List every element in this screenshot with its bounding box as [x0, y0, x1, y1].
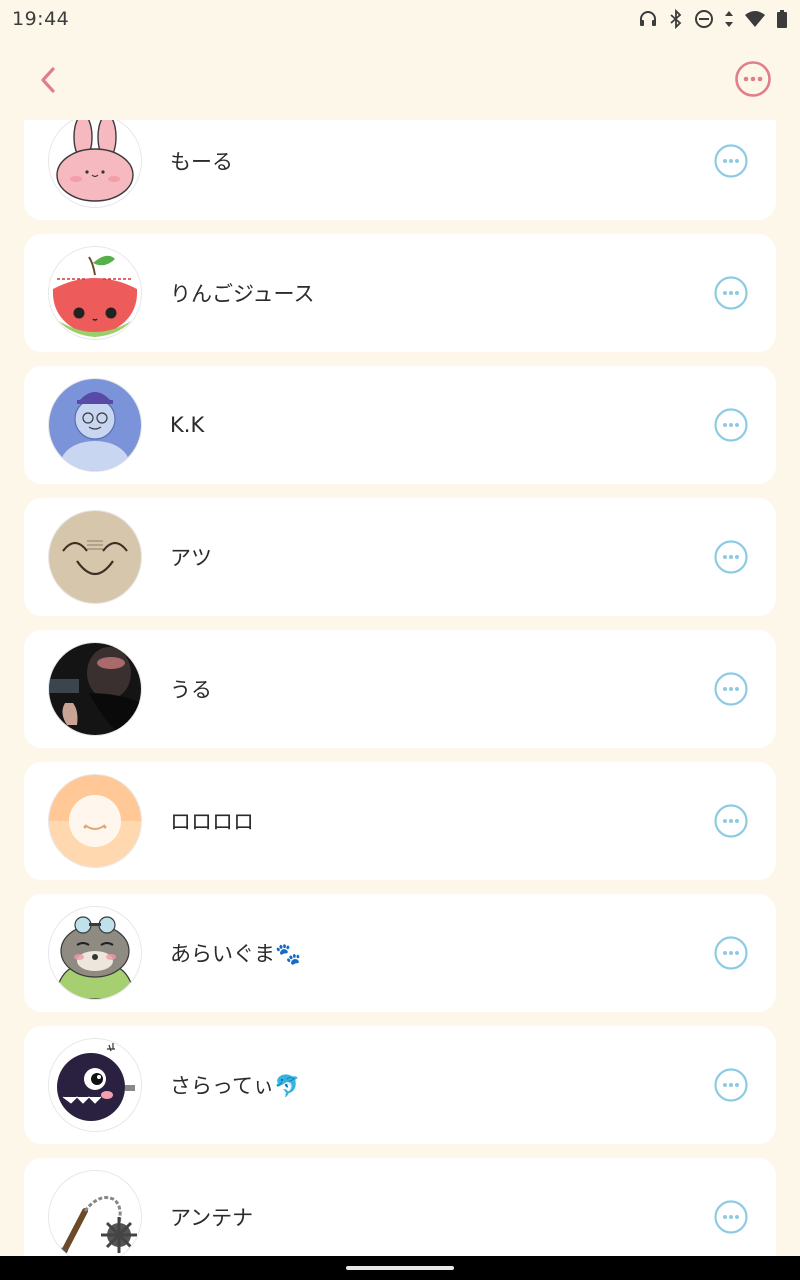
navigation-bar [0, 1256, 800, 1280]
contact-name: アンテナ [170, 1206, 254, 1230]
more-horizontal-circle-icon [714, 672, 748, 706]
do-not-disturb-icon [694, 9, 714, 29]
avatar [48, 120, 142, 208]
row-more-button[interactable] [714, 276, 748, 310]
wifi-icon [744, 9, 766, 29]
row-more-button[interactable] [714, 936, 748, 970]
more-horizontal-circle-icon [714, 936, 748, 970]
data-arrows-icon [724, 9, 734, 29]
avatar [48, 1038, 142, 1132]
avatar [48, 510, 142, 604]
contact-name: K.K [170, 413, 205, 437]
contact-name: さらってぃ🐬 [170, 1074, 301, 1098]
bluetooth-icon [668, 9, 684, 29]
contact-name: アツ [170, 546, 212, 570]
contact-name: あらいぐま🐾 [170, 942, 302, 966]
home-gesture-handle[interactable] [346, 1266, 454, 1270]
avatar [48, 642, 142, 736]
avatar [48, 906, 142, 1000]
app-bar [0, 38, 800, 120]
contact-card[interactable]: K.K [24, 366, 776, 484]
row-more-button[interactable] [714, 804, 748, 838]
contact-card[interactable]: さらってぃ🐬 [24, 1026, 776, 1144]
more-horizontal-circle-icon [714, 408, 748, 442]
contact-card[interactable]: うる [24, 630, 776, 748]
row-more-button[interactable] [714, 144, 748, 178]
headphones-icon [638, 9, 658, 29]
battery-icon [776, 9, 788, 29]
status-time: 19:44 [12, 8, 70, 30]
more-horizontal-circle-icon [714, 540, 748, 574]
row-more-button[interactable] [714, 1200, 748, 1234]
contact-card[interactable]: もーる [24, 120, 776, 220]
contact-name: りんごジュース [170, 282, 315, 306]
contact-card[interactable]: あらいぐま🐾 [24, 894, 776, 1012]
more-horizontal-circle-icon [714, 804, 748, 838]
more-horizontal-circle-icon [714, 1200, 748, 1234]
contact-name: もーる [170, 150, 233, 174]
back-button[interactable] [28, 60, 68, 100]
contact-name: ロロロロ [170, 810, 254, 834]
avatar [48, 378, 142, 472]
friends-list-screen: 19:44 もーる りんごジュース K.K アツ うる ロロロロ あらいぐま🐾 … [0, 0, 800, 1280]
contact-list: もーる りんごジュース K.K アツ うる ロロロロ あらいぐま🐾 さらってぃ🐬… [0, 120, 800, 1256]
row-more-button[interactable] [714, 672, 748, 706]
contact-name: うる [170, 678, 212, 702]
more-horizontal-circle-icon [714, 276, 748, 310]
avatar [48, 774, 142, 868]
status-icons [638, 9, 788, 29]
more-horizontal-circle-icon [714, 144, 748, 178]
row-more-button[interactable] [714, 1068, 748, 1102]
contact-card[interactable]: ロロロロ [24, 762, 776, 880]
contact-card[interactable]: アンテナ [24, 1158, 776, 1256]
avatar [48, 1170, 142, 1256]
avatar [48, 246, 142, 340]
more-horizontal-circle-icon [714, 1068, 748, 1102]
more-horizontal-circle-icon [735, 61, 771, 97]
row-more-button[interactable] [714, 540, 748, 574]
status-bar: 19:44 [0, 0, 800, 38]
contact-card[interactable]: アツ [24, 498, 776, 616]
contact-list-viewport[interactable]: もーる りんごジュース K.K アツ うる ロロロロ あらいぐま🐾 さらってぃ🐬… [0, 120, 800, 1256]
chevron-left-icon [41, 67, 55, 93]
header-more-button[interactable] [734, 60, 772, 98]
contact-card[interactable]: りんごジュース [24, 234, 776, 352]
row-more-button[interactable] [714, 408, 748, 442]
